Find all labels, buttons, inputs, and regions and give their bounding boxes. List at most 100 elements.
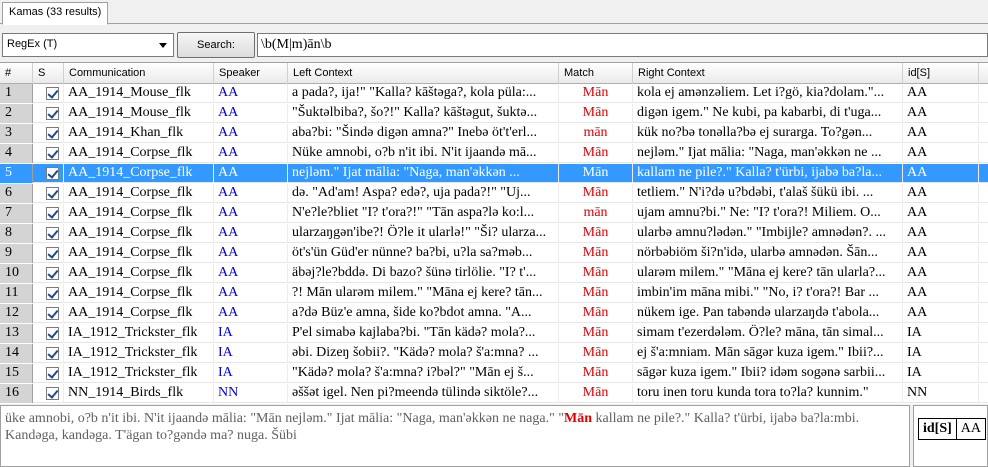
row-number: 3 xyxy=(0,124,33,143)
row-checkbox[interactable] xyxy=(46,307,59,320)
row-checkbox[interactable] xyxy=(46,347,59,360)
row-checkbox[interactable] xyxy=(46,287,59,300)
table-row[interactable]: 11 AA_1914_Corpse_flk AA?! Mān ularəm mile… xyxy=(0,284,988,303)
row-id: AA xyxy=(903,184,979,203)
row-speaker: AA xyxy=(214,184,288,203)
row-checkbox[interactable] xyxy=(46,107,59,120)
row-checkbox[interactable] xyxy=(46,187,59,200)
header-right-context[interactable]: Right Context xyxy=(633,63,903,84)
row-left-context: N'e?le?bliet "I? t'ora?!" "Tān aspa?lə k… xyxy=(288,204,559,223)
row-id: AA xyxy=(903,84,979,103)
search-row: RegEx (T) Search: \b(M|m)ān\b xyxy=(0,30,988,60)
metadata-panel: id[S] AA xyxy=(913,405,988,467)
search-mode-select[interactable]: RegEx (T) xyxy=(2,33,174,57)
row-speaker: AA xyxy=(214,144,288,163)
row-communication: AA_1914_Corpse_flk xyxy=(64,144,214,163)
row-left-context: də. "Ad'am! Aspa? edə?, uja pada?!" "Uj.… xyxy=(288,184,559,203)
row-number: 11 xyxy=(0,284,33,303)
row-number: 5 xyxy=(0,164,33,183)
preview-left: üke amnobi, o?b n'it ibi. N'it ijaandə m… xyxy=(5,411,565,426)
row-communication: IA_1912_Trickster_flk xyxy=(64,324,214,343)
table-row[interactable]: 13 IA_1912_Trickster_flk IA P'el simabə kaj… xyxy=(0,324,988,343)
row-checkbox[interactable] xyxy=(46,147,59,160)
row-speaker: AA xyxy=(214,164,288,183)
header-s[interactable]: S xyxy=(33,63,64,84)
row-left-context: ularzaŋgən'ibe?! Ö?le it ularlə!" "Ši? u… xyxy=(288,224,559,243)
row-match: Mān xyxy=(559,324,633,343)
header-speaker[interactable]: Speaker xyxy=(214,63,288,84)
search-button[interactable]: Search: xyxy=(177,32,255,58)
table-row[interactable]: 5 AA_1914_Corpse_flk AA nejləm." Ijat mālia… xyxy=(0,164,988,183)
row-checkbox[interactable] xyxy=(46,367,59,380)
row-left-context: nejləm." Ijat mālia: "Naga, man'əkkən ..… xyxy=(288,164,559,183)
table-row[interactable]: 2 AA_1914_Mouse_flk AA "Šuktəlbiba?, šo?!" … xyxy=(0,104,988,123)
header-match[interactable]: Match xyxy=(559,63,633,84)
table-row[interactable]: 12 AA_1914_Corpse_flk AA a?də Büz'e amna, š… xyxy=(0,304,988,323)
row-communication: AA_1914_Corpse_flk xyxy=(64,184,214,203)
row-checkbox[interactable] xyxy=(46,227,59,240)
row-number: 10 xyxy=(0,264,33,283)
row-left-context: aba?bi: "Šində digən amna?" Inebə öt't'e… xyxy=(288,124,559,143)
table-row[interactable]: 8 AA_1914_Corpse_flk AA ularzaŋgən'ibe?! Ö?… xyxy=(0,224,988,243)
row-match: Mān xyxy=(559,104,633,123)
row-left-context: a pada?, ija!" "Kalla? kāštəga?, kola pü… xyxy=(288,84,559,103)
row-communication: AA_1914_Khan_flk xyxy=(64,124,214,143)
row-match: Mān xyxy=(559,364,633,383)
row-match: Mān xyxy=(559,304,633,323)
row-number: 7 xyxy=(0,204,33,223)
row-checkbox[interactable] xyxy=(46,247,59,260)
table-row[interactable]: 14 IA_1912_Trickster_flk IA əbi. Dizeŋ šobi… xyxy=(0,344,988,363)
row-checkbox[interactable] xyxy=(46,87,59,100)
context-preview: üke amnobi, o?b n'it ibi. N'it ijaandə m… xyxy=(0,405,910,467)
row-speaker: IA xyxy=(214,344,288,363)
header-left-context[interactable]: Left Context xyxy=(288,63,559,84)
row-number: 1 xyxy=(0,84,33,103)
row-number: 13 xyxy=(0,324,33,343)
table-row[interactable]: 1 AA_1914_Mouse_flk AA a pada?, ija!" "Kall… xyxy=(0,84,988,103)
row-checkbox[interactable] xyxy=(46,207,59,220)
row-checkbox[interactable] xyxy=(46,167,59,180)
row-checkbox[interactable] xyxy=(46,127,59,140)
row-checkbox[interactable] xyxy=(46,327,59,340)
row-left-context: P'el simabə kajlaba?bi. "Tān kädə? mola?… xyxy=(288,324,559,343)
row-right-context: nörbəbiöm ši?n'idə, ularbə amnədən. Šān.… xyxy=(633,244,903,263)
header-id[interactable]: id[S] xyxy=(903,63,979,84)
row-right-context: nükem ige. Pan tabəndə ularzaŋdə t'abola… xyxy=(633,304,903,323)
row-checkbox[interactable] xyxy=(46,267,59,280)
row-speaker: IA xyxy=(214,324,288,343)
row-communication: AA_1914_Corpse_flk xyxy=(64,204,214,223)
table-row[interactable]: 16 NN_1914_Birds_flk NN əššət igel. Nen pi?… xyxy=(0,384,988,403)
header-communication[interactable]: Communication xyxy=(64,63,214,84)
row-match: Mān xyxy=(559,384,633,403)
row-speaker: AA xyxy=(214,124,288,143)
metadata-key: id[S] xyxy=(919,419,957,439)
table-row[interactable]: 9 AA_1914_Corpse_flk AA öt's'ün Güd'er nünn… xyxy=(0,244,988,263)
metadata-table: id[S] AA xyxy=(918,418,987,440)
table-row[interactable]: 7 AA_1914_Corpse_flk AA N'e?le?bliet "I? t'… xyxy=(0,204,988,223)
row-communication: AA_1914_Corpse_flk xyxy=(64,164,214,183)
table-row[interactable]: 4 AA_1914_Corpse_flk AA Nüke amnobi, o?b n'… xyxy=(0,144,988,163)
row-left-context: "Kädə? mola? š'a:mna? i?bəl?" "Mān ej š.… xyxy=(288,364,559,383)
row-checkbox[interactable] xyxy=(46,387,59,400)
row-communication: AA_1914_Corpse_flk xyxy=(64,284,214,303)
row-right-context: ularbə amnu?lədən." "Imbijle? amnədən?. … xyxy=(633,224,903,243)
row-communication: AA_1914_Corpse_flk xyxy=(64,244,214,263)
table-row[interactable]: 6 AA_1914_Corpse_flk AA də. "Ad'am! Aspa? e… xyxy=(0,184,988,203)
row-left-context: "Šuktəlbiba?, šo?!" Kalla? kāštəgut, šuk… xyxy=(288,104,559,123)
table-row[interactable]: 10 AA_1914_Corpse_flk AA äbəj?le?bddə. Di b… xyxy=(0,264,988,283)
row-communication: AA_1914_Mouse_flk xyxy=(64,104,214,123)
row-id: IA xyxy=(903,364,979,383)
row-match: Mān xyxy=(559,284,633,303)
search-input[interactable]: \b(M|m)ān\b xyxy=(257,33,988,57)
row-id: NN xyxy=(903,384,979,403)
grid-header: # S Communication Speaker Left Context M… xyxy=(0,63,988,84)
header-num[interactable]: # xyxy=(0,63,33,84)
row-left-context: äbəj?le?bddə. Di bazo? šünə tirlölie. "I… xyxy=(288,264,559,283)
row-left-context: Nüke amnobi, o?b n'it ibi. N'it ijaandə … xyxy=(288,144,559,163)
table-row[interactable]: 15 IA_1912_Trickster_flk IA "Kädə? mola? š'… xyxy=(0,364,988,383)
table-row[interactable]: 3 AA_1914_Khan_flk AA aba?bi: "Šində digən … xyxy=(0,124,988,143)
row-id: AA xyxy=(903,204,979,223)
row-id: IA xyxy=(903,324,979,343)
row-number: 16 xyxy=(0,384,33,403)
tab-results[interactable]: Kamas (33 results) xyxy=(2,2,109,25)
